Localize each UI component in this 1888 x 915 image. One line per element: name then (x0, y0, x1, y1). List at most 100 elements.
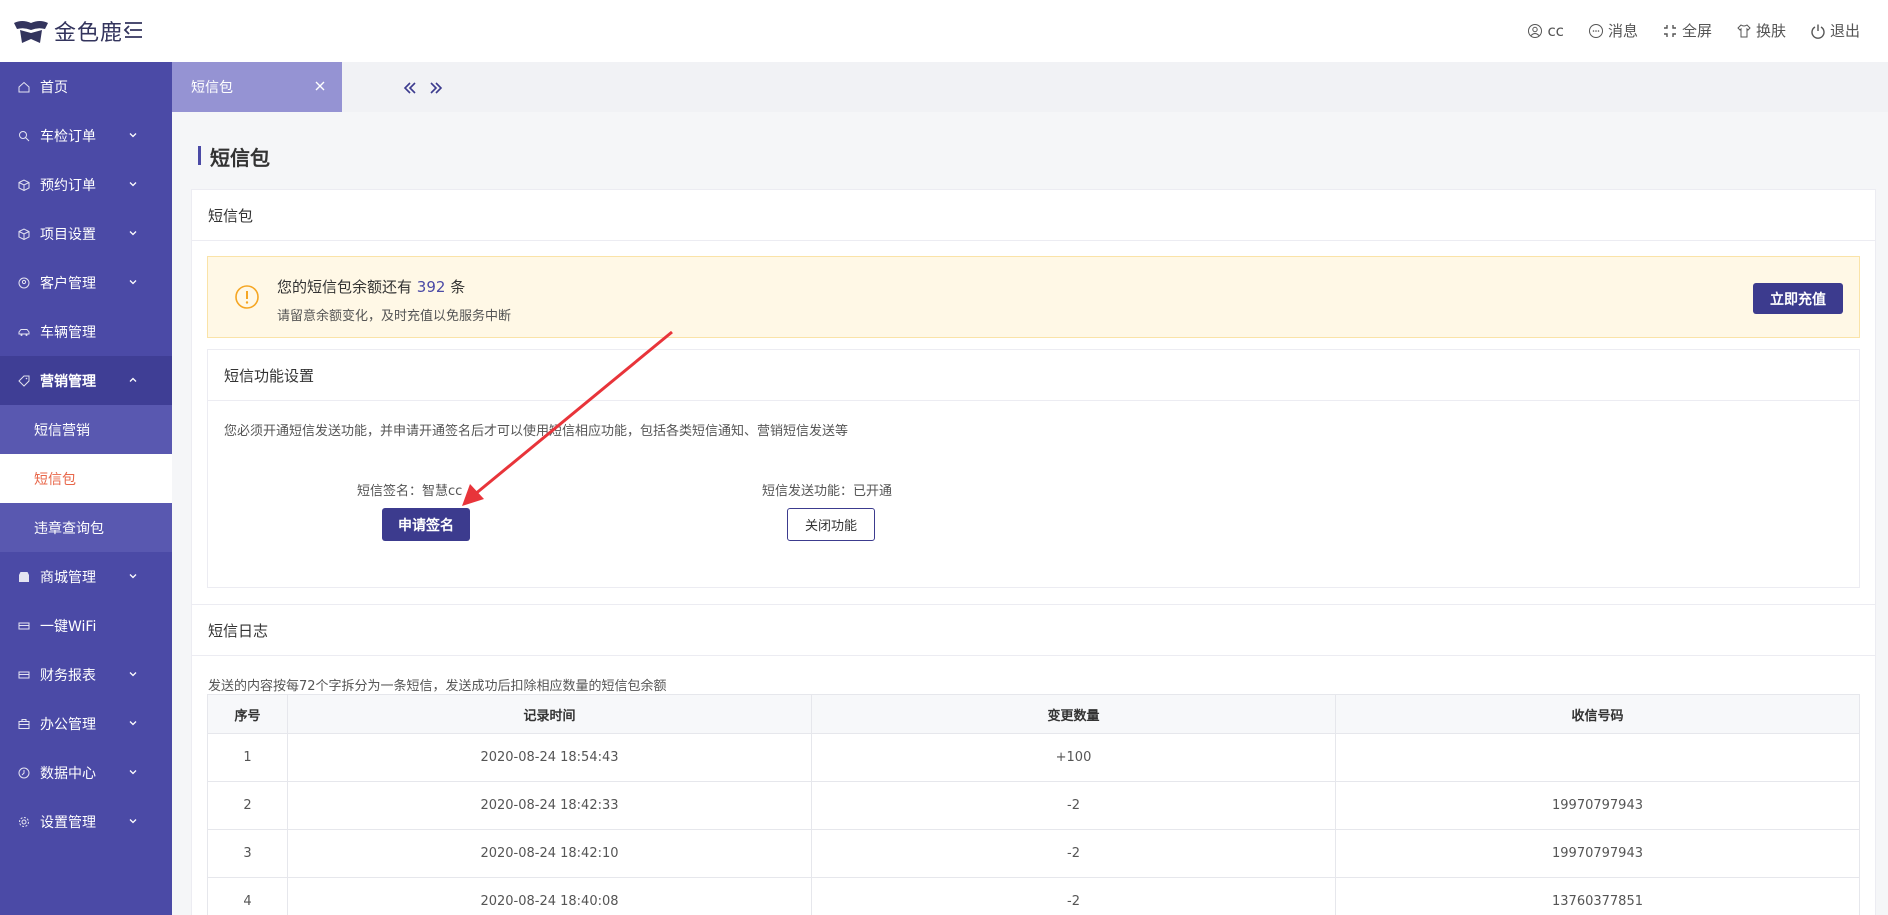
sidebar-item-label: 营销管理 (40, 373, 96, 390)
messages-button[interactable]: 消息 (1588, 20, 1638, 41)
briefcase-icon (18, 718, 30, 729)
logout-button[interactable]: 退出 (1810, 20, 1860, 41)
table-header-row: 序号 记录时间 变更数量 收信号码 (207, 694, 1860, 734)
brand-name: 金色鹿 (54, 21, 124, 46)
wifi-icon (18, 622, 30, 629)
apply-signature-button[interactable]: 申请签名 (382, 508, 470, 541)
chevron-down-icon (129, 182, 137, 187)
send-status-label: 短信发送功能：已开通 (762, 484, 893, 499)
cell-time: 2020-08-24 18:54:43 (287, 733, 812, 782)
signature-label: 短信签名：智慧cc (357, 484, 463, 499)
chevron-down-icon (129, 770, 137, 775)
balance-prefix: 您的短信包余额还有 (277, 278, 413, 296)
table-row: 4 2020-08-24 18:40:08 -2 13760377851 (207, 877, 1860, 915)
panel-title: 短信包 (192, 190, 1875, 241)
sidebar-item-label: 车辆管理 (40, 324, 96, 341)
sidebar-item-inspection-orders[interactable]: 车检订单 (0, 111, 172, 160)
cube-icon (18, 227, 30, 240)
sidebar-item-label: 财务报表 (40, 667, 96, 684)
sidebar-subitem-label: 违章查询包 (34, 520, 104, 537)
sidebar-item-label: 首页 (40, 79, 68, 96)
sidebar-item-data-center[interactable]: 数据中心 (0, 748, 172, 797)
user-name: cc (1547, 21, 1564, 40)
logo[interactable]: 金色鹿 (12, 15, 123, 47)
function-settings-title: 短信功能设置 (208, 350, 1859, 401)
sidebar-item-office[interactable]: 办公管理 (0, 699, 172, 748)
fullscreen-button[interactable]: 全屏 (1662, 20, 1712, 41)
message-icon (1588, 23, 1603, 38)
double-chevron-left-icon[interactable] (402, 80, 418, 96)
menu-collapse-icon[interactable] (121, 18, 145, 42)
tab-navigation (402, 80, 444, 96)
warning-icon (235, 285, 259, 309)
table-row: 2 2020-08-24 18:42:33 -2 19970797943 (207, 781, 1860, 830)
store-icon (19, 571, 29, 582)
cell-index: 3 (207, 829, 288, 878)
theme-button[interactable]: 换肤 (1736, 20, 1786, 41)
top-bar: 金色鹿 cc 消息 全屏 换肤 退出 (0, 0, 1888, 62)
sidebar-item-settings[interactable]: 设置管理 (0, 797, 172, 846)
cell-phone: 13760377851 (1335, 877, 1860, 915)
chevron-down-icon (129, 231, 137, 236)
sidebar-item-customers[interactable]: 客户管理 (0, 258, 172, 307)
chevron-down-icon (129, 280, 137, 285)
box-icon (18, 178, 30, 191)
sidebar-item-label: 设置管理 (40, 814, 96, 831)
sidebar: 首页 车检订单 预约订单 项目设置 客户管理 车辆管理 营销管理 短信营销 短信… (0, 62, 172, 915)
sidebar-item-home[interactable]: 首页 (0, 62, 172, 111)
sms-log-table: 序号 记录时间 变更数量 收信号码 1 2020-08-24 18:54:43 … (207, 694, 1860, 915)
cell-index: 2 (207, 781, 288, 830)
balance-text: 您的短信包余额还有 392 条 (277, 276, 465, 297)
sidebar-item-vehicles[interactable]: 车辆管理 (0, 307, 172, 356)
chevron-down-icon (129, 133, 137, 138)
fullscreen-icon (1663, 24, 1676, 37)
marketing-submenu: 短信营销 短信包 违章查询包 (0, 405, 172, 552)
function-description: 您必须开通短信发送功能，并申请开通签名后才可以使用短信相应功能，包括各类短信通知… (224, 424, 849, 439)
sidebar-item-label: 一键WiFi (40, 618, 97, 635)
messages-label: 消息 (1607, 22, 1638, 40)
tab-label: 短信包 (191, 80, 233, 96)
cell-time: 2020-08-24 18:42:33 (287, 781, 812, 830)
sidebar-item-label: 预约订单 (40, 177, 96, 194)
sidebar-item-booking-orders[interactable]: 预约订单 (0, 160, 172, 209)
user-menu[interactable]: cc (1527, 20, 1564, 41)
sidebar-item-label: 客户管理 (40, 275, 96, 292)
cell-phone (1335, 733, 1860, 782)
power-icon (1811, 24, 1825, 39)
sidebar-item-finance[interactable]: 财务报表 (0, 650, 172, 699)
table-row: 1 2020-08-24 18:54:43 +100 (207, 733, 1860, 782)
column-header-phone: 收信号码 (1335, 694, 1860, 734)
sidebar-item-label: 办公管理 (40, 716, 96, 733)
cell-phone: 19970797943 (1335, 829, 1860, 878)
tab-sms-package[interactable]: 短信包 (172, 62, 342, 112)
sms-function-settings: 短信功能设置 您必须开通短信发送功能，并申请开通签名后才可以使用短信相应功能，包… (207, 349, 1860, 588)
cell-phone: 19970797943 (1335, 781, 1860, 830)
sidebar-item-mall[interactable]: 商城管理 (0, 552, 172, 601)
sidebar-item-project-settings[interactable]: 项目设置 (0, 209, 172, 258)
chevron-down-icon (129, 672, 137, 677)
sidebar-subitem-sms-marketing[interactable]: 短信营销 (0, 405, 172, 454)
sidebar-subitem-sms-package[interactable]: 短信包 (0, 454, 172, 503)
recharge-button[interactable]: 立即充值 (1753, 283, 1843, 314)
close-function-button[interactable]: 关闭功能 (787, 508, 875, 541)
column-header-time: 记录时间 (287, 694, 812, 734)
cell-change: +100 (811, 733, 1336, 782)
sidebar-item-label: 车检订单 (40, 128, 96, 145)
customer-icon (18, 277, 30, 288)
sidebar-subitem-violation-package[interactable]: 违章查询包 (0, 503, 172, 552)
sidebar-item-wifi[interactable]: 一键WiFi (0, 601, 172, 650)
cell-change: -2 (811, 781, 1336, 830)
report-icon (18, 671, 30, 678)
sidebar-item-marketing[interactable]: 营销管理 (0, 356, 172, 405)
user-icon (1528, 23, 1543, 38)
fullscreen-label: 全屏 (1681, 22, 1712, 40)
close-icon[interactable] (314, 80, 326, 92)
column-header-index: 序号 (207, 694, 288, 734)
sidebar-subitem-label: 短信包 (34, 471, 76, 488)
car-icon (18, 328, 30, 336)
column-header-change: 变更数量 (811, 694, 1336, 734)
sidebar-item-label: 数据中心 (40, 765, 96, 782)
theme-label: 换肤 (1755, 22, 1786, 40)
chevron-up-icon (129, 377, 137, 382)
double-chevron-right-icon[interactable] (428, 80, 444, 96)
